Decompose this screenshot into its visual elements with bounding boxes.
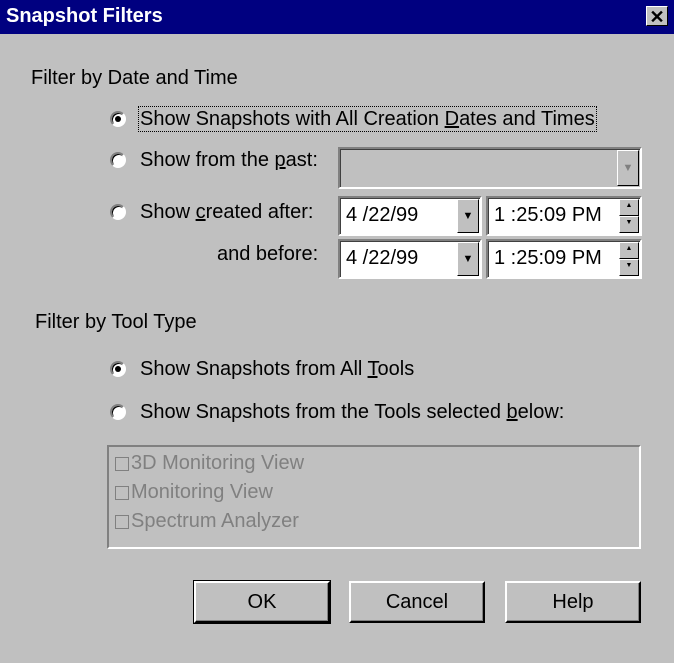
checkbox-spectrum-analyzer[interactable] (115, 515, 129, 529)
after-time-value: 1 :25:09 PM (494, 204, 602, 226)
checkbox-3d-monitoring-view[interactable] (115, 457, 129, 471)
tool-group-label: Filter by Tool Type (35, 311, 197, 333)
before-date-picker[interactable]: 4 /22/99 ▼ (338, 239, 482, 279)
after-time-picker[interactable]: 1 :25:09 PM ▲ ▼ (486, 196, 642, 236)
spin-down-icon[interactable]: ▼ (619, 259, 639, 276)
help-button[interactable]: Help (505, 581, 641, 623)
radio-all-dates-label[interactable]: Show Snapshots with All Creation Dates a… (138, 106, 597, 132)
dropdown-arrow-icon[interactable]: ▼ (617, 150, 639, 186)
ok-button[interactable]: OK (193, 580, 331, 624)
close-button[interactable]: ✕ (646, 6, 668, 27)
spin-up-icon[interactable]: ▲ (619, 242, 639, 259)
checkbox-monitoring-view[interactable] (115, 486, 129, 500)
list-item[interactable]: Monitoring View (115, 481, 273, 503)
before-date-value: 4 /22/99 (346, 247, 419, 269)
radio-all-tools-label[interactable]: Show Snapshots from All Tools (140, 358, 414, 380)
radio-all-dates[interactable] (110, 111, 126, 127)
after-time-spinner[interactable]: ▲ ▼ (619, 199, 639, 233)
radio-show-past[interactable] (110, 152, 126, 168)
after-date-value: 4 /22/99 (346, 204, 419, 226)
radio-all-tools[interactable] (110, 361, 126, 377)
radio-selected-tools-label[interactable]: Show Snapshots from the Tools selected b… (140, 401, 564, 423)
title-bar: Snapshot Filters ✕ (0, 0, 674, 34)
and-before-label: and before: (217, 243, 319, 265)
after-date-picker[interactable]: 4 /22/99 ▼ (338, 196, 482, 236)
radio-created-after[interactable] (110, 204, 126, 220)
close-icon: ✕ (649, 7, 665, 27)
radio-selected-tools[interactable] (110, 404, 126, 420)
tools-listbox[interactable]: 3D Monitoring View Monitoring View Spect… (107, 445, 641, 549)
window-title: Snapshot Filters (6, 5, 163, 27)
radio-created-after-label[interactable]: Show created after: (140, 201, 313, 223)
dropdown-arrow-icon[interactable]: ▼ (457, 199, 479, 233)
list-item[interactable]: Spectrum Analyzer (115, 510, 299, 532)
spin-down-icon[interactable]: ▼ (619, 216, 639, 233)
spin-up-icon[interactable]: ▲ (619, 199, 639, 216)
before-time-picker[interactable]: 1 :25:09 PM ▲ ▼ (486, 239, 642, 279)
before-time-spinner[interactable]: ▲ ▼ (619, 242, 639, 276)
past-period-dropdown[interactable]: ▼ (338, 147, 642, 189)
before-time-value: 1 :25:09 PM (494, 247, 602, 269)
radio-show-past-label[interactable]: Show from the past: (140, 149, 318, 171)
list-item[interactable]: 3D Monitoring View (115, 452, 304, 474)
dropdown-arrow-icon[interactable]: ▼ (457, 242, 479, 276)
date-group-label: Filter by Date and Time (31, 67, 238, 89)
cancel-button[interactable]: Cancel (349, 581, 485, 623)
